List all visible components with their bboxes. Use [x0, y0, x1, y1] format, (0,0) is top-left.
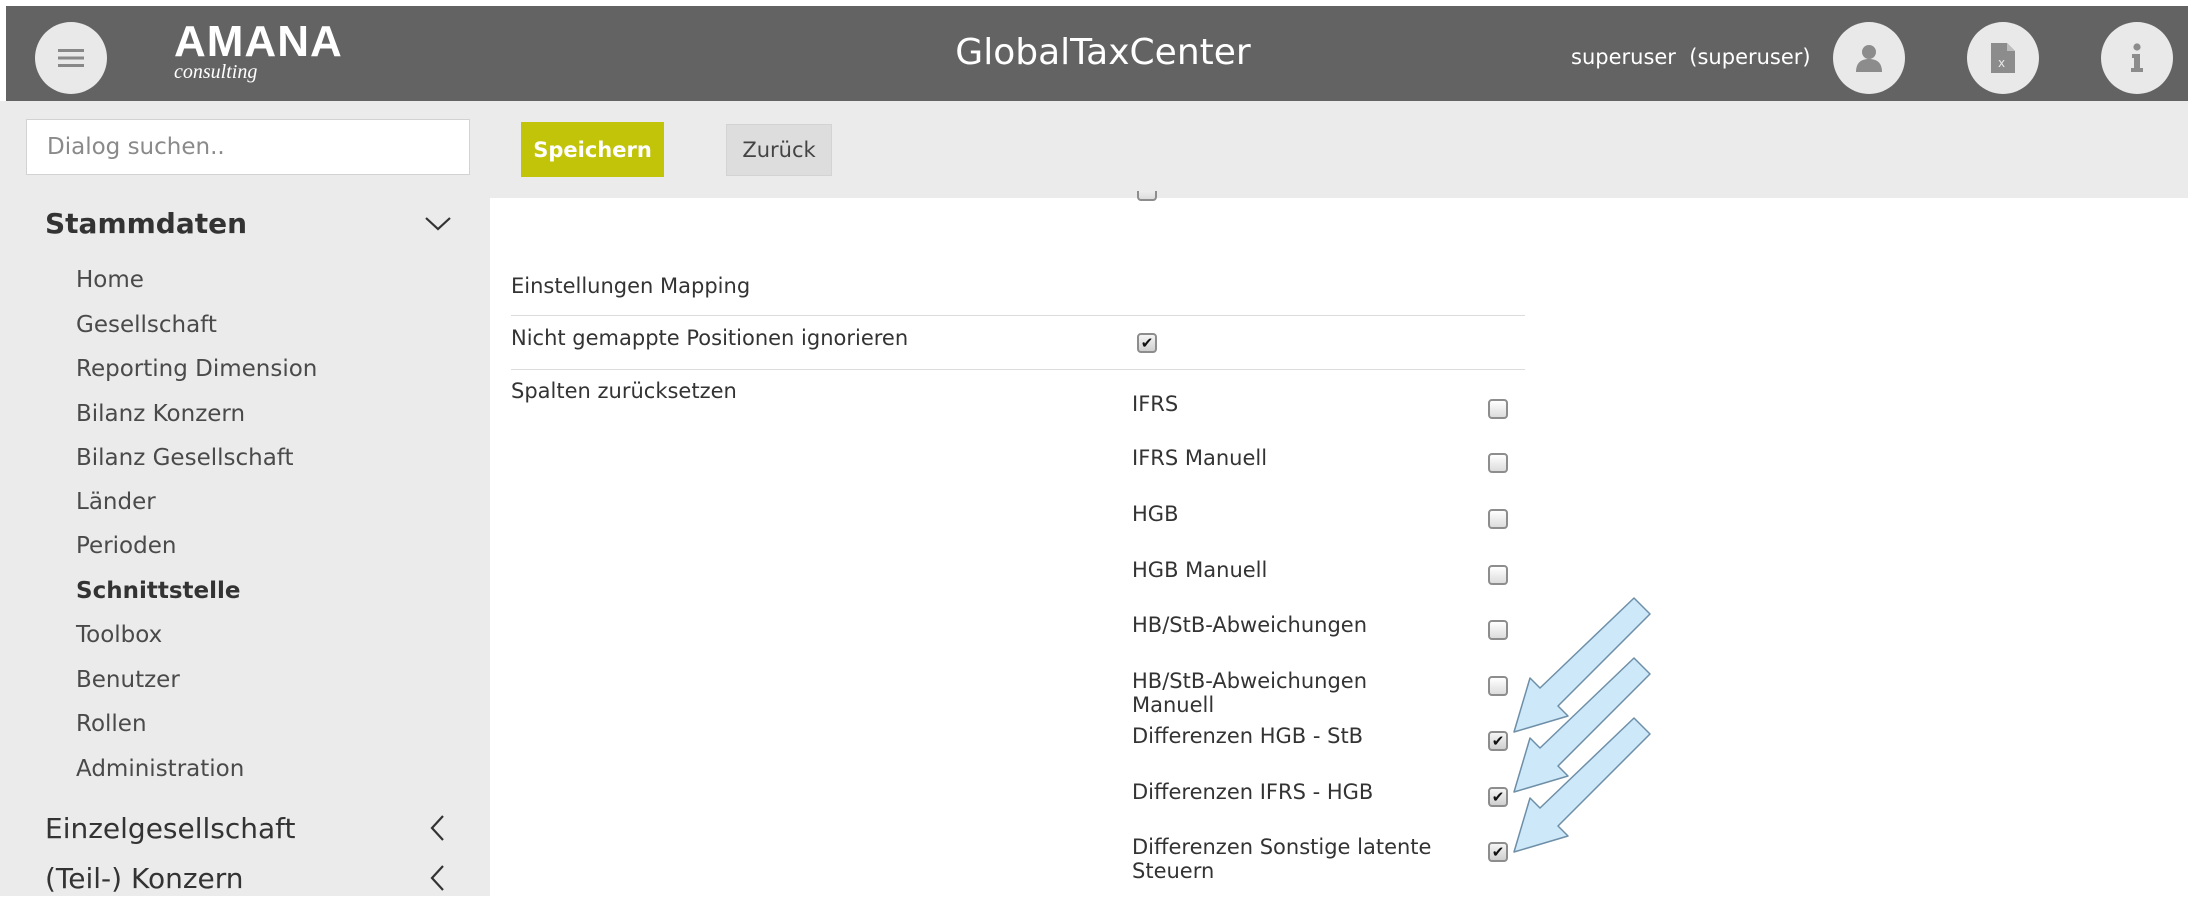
sidebar-item-administration[interactable]: Administration: [76, 754, 244, 784]
column-label-hbstb-abweichungen-manuell: HB/StB-Abweichungen Manuell: [1132, 669, 1368, 717]
user-label: superuser (superuser): [1571, 45, 1811, 69]
divider: [511, 315, 1525, 316]
column-checkbox-hbstb-abweichungen[interactable]: [1488, 620, 1508, 640]
sidebar-item-bilanz-konzern[interactable]: Bilanz Konzern: [76, 399, 245, 429]
section-teil-konzern[interactable]: (Teil-) Konzern: [45, 858, 455, 898]
sidebar-item-schnittstelle[interactable]: Schnittstelle: [76, 576, 240, 606]
annotation-arrows: [1513, 597, 1651, 853]
column-label-ifrs-manuell: IFRS Manuell: [1132, 446, 1268, 470]
column-label-hgb-manuell: HGB Manuell: [1132, 558, 1268, 582]
sidebar-item-reporting-dimension[interactable]: Reporting Dimension: [76, 354, 317, 384]
column-checkbox-hbstb-abweichungen-manuell[interactable]: [1488, 676, 1508, 696]
column-checkbox-ifrs[interactable]: [1488, 399, 1508, 419]
sidebar-item-toolbox[interactable]: Toolbox: [76, 620, 162, 650]
sidebar-item-bilanz-gesellschaft[interactable]: Bilanz Gesellschaft: [76, 443, 294, 473]
section-stammdaten[interactable]: Stammdaten: [45, 203, 455, 243]
section-stammdaten-label: Stammdaten: [45, 206, 248, 240]
column-checkbox-hgb-manuell[interactable]: [1488, 565, 1508, 585]
column-checkbox-differenzen-hgb-stb[interactable]: ✔: [1488, 731, 1508, 751]
column-label-differenzen-sonstige-latente-steuern: Differenzen Sonstige latente Steuern: [1132, 835, 1432, 883]
divider: [511, 369, 1525, 370]
sidebar-item-gesellschaft[interactable]: Gesellschaft: [76, 310, 217, 340]
column-checkbox-hgb[interactable]: [1488, 509, 1508, 529]
chevron-left-icon: [430, 815, 444, 841]
chevron-down-icon: [425, 217, 451, 231]
ignore-unmapped-checkbox[interactable]: ✔: [1137, 333, 1157, 353]
excel-file-icon: x: [1991, 43, 2015, 73]
reset-columns-label: Spalten zurücksetzen: [511, 379, 737, 403]
partial-checkbox[interactable]: [1137, 191, 1157, 201]
sidebar-item-rollen[interactable]: Rollen: [76, 709, 147, 739]
top-bar: AMANA consulting GlobalTaxCenter superus…: [6, 6, 2188, 101]
back-button[interactable]: Zurück: [726, 124, 832, 176]
sidebar-item-perioden[interactable]: Perioden: [76, 531, 176, 561]
excel-export-button[interactable]: x: [1967, 22, 2039, 94]
column-checkbox-differenzen-ifrs-hgb[interactable]: ✔: [1488, 787, 1508, 807]
column-label-ifrs: IFRS: [1132, 392, 1179, 416]
column-checkbox-differenzen-sonstige-latente-steuern[interactable]: ✔: [1488, 842, 1508, 862]
save-button[interactable]: Speichern: [521, 122, 664, 177]
info-button[interactable]: [2101, 22, 2173, 94]
svg-text:x: x: [1998, 56, 2005, 70]
column-label-hbstb-abweichungen: HB/StB-Abweichungen: [1132, 613, 1368, 637]
dialog-search-input[interactable]: [26, 119, 470, 175]
column-label-hgb: HGB: [1132, 502, 1179, 526]
ignore-unmapped-label: Nicht gemappte Positionen ignorieren: [511, 326, 909, 350]
info-icon: [2131, 43, 2143, 72]
sidebar-item-benutzer[interactable]: Benutzer: [76, 665, 180, 695]
section-einzelgesellschaft-label: Einzelgesellschaft: [45, 811, 296, 845]
column-label-differenzen-hgb-stb: Differenzen HGB - StB: [1132, 724, 1364, 748]
section-einzelgesellschaft[interactable]: Einzelgesellschaft: [45, 808, 455, 848]
user-button[interactable]: [1833, 22, 1905, 94]
chevron-left-icon: [430, 865, 444, 891]
column-checkbox-ifrs-manuell[interactable]: [1488, 453, 1508, 473]
sidebar-item-laender[interactable]: Länder: [76, 487, 156, 517]
section-teil-konzern-label: (Teil-) Konzern: [45, 861, 244, 895]
user-icon: [1856, 45, 1882, 72]
section-title-mapping: Einstellungen Mapping: [511, 274, 751, 298]
column-label-differenzen-ifrs-hgb: Differenzen IFRS - HGB: [1132, 780, 1374, 804]
sidebar-item-home[interactable]: Home: [76, 265, 144, 295]
